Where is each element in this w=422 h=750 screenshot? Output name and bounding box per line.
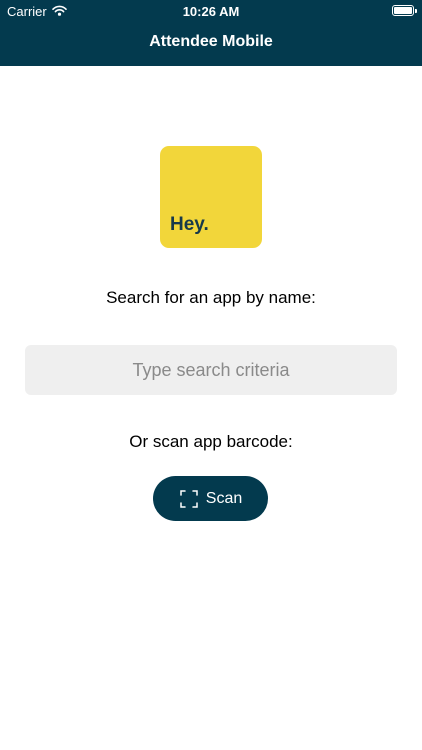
scan-button[interactable]: Scan (153, 476, 268, 521)
status-bar: Carrier 10:26 AM (0, 0, 422, 22)
search-input[interactable] (25, 345, 397, 395)
app-logo: Hey. (160, 146, 262, 248)
page-title: Attendee Mobile (149, 33, 273, 50)
logo-text: Hey. (170, 214, 209, 235)
scan-button-label: Scan (205, 489, 243, 507)
search-label: Search for an app by name: (106, 288, 316, 307)
scan-label: Or scan app barcode: (129, 432, 293, 451)
battery-icon (392, 5, 417, 16)
status-time: 10:26 AM (182, 4, 240, 19)
app-header: Carrier 10:26 AM Attendee Mobile (0, 0, 422, 66)
scan-frame-icon (179, 489, 199, 509)
